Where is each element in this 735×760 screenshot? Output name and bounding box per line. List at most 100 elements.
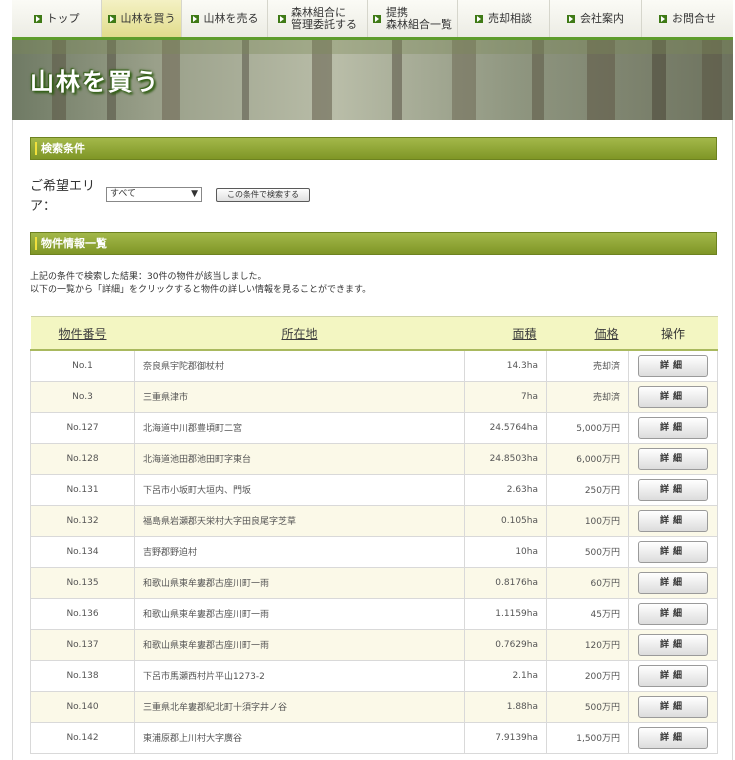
nav-company[interactable]: 会社案内 xyxy=(550,0,642,37)
detail-button[interactable]: 詳細 xyxy=(638,540,708,563)
property-number: No.138 xyxy=(30,659,135,692)
property-action: 詳細 xyxy=(628,442,718,475)
detail-button[interactable]: 詳細 xyxy=(638,571,708,594)
property-table: 物件番号 所在地 面積 価格 操作 No.1 奈良県宇陀郡御杖村 14.3ha 売却済… xyxy=(30,316,718,754)
detail-button[interactable]: 詳細 xyxy=(638,726,708,749)
property-price: 120万円 xyxy=(546,628,629,661)
arrow-bullet-icon xyxy=(278,14,286,23)
detail-button[interactable]: 詳細 xyxy=(638,416,708,439)
nav-sale-consult[interactable]: 売却相談 xyxy=(458,0,550,37)
area-label: ご希望エリア： xyxy=(30,179,96,214)
property-price: 5,000万円 xyxy=(546,411,629,444)
property-price: 売却済 xyxy=(546,349,629,382)
page-title: 山林を買う xyxy=(30,68,160,96)
column-header-number[interactable]: 物件番号 xyxy=(30,316,135,351)
table-row: No.138 下呂市馬瀬西村片平山1273-2 2.1ha 200万円 詳細 xyxy=(30,659,718,692)
chevron-down-icon: ▼ xyxy=(191,189,198,199)
property-location: 和歌山県東牟婁郡古座川町一雨 xyxy=(134,566,465,599)
nav-label: 山林を売る xyxy=(203,11,259,25)
column-header-price[interactable]: 価格 xyxy=(546,316,629,351)
table-row: No.1 奈良県宇陀郡御杖村 14.3ha 売却済 詳細 xyxy=(30,349,718,382)
property-location: 奈良県宇陀郡御杖村 xyxy=(134,349,465,382)
search-section-heading: 検索条件 xyxy=(30,137,717,160)
property-location: 福島県岩瀬郡天栄村大字田良尾字芝草 xyxy=(134,504,465,537)
detail-button[interactable]: 詳細 xyxy=(638,354,708,377)
property-number: No.134 xyxy=(30,535,135,568)
property-price: 45万円 xyxy=(546,597,629,630)
property-price: 500万円 xyxy=(546,690,629,723)
table-row: No.135 和歌山県東牟婁郡古座川町一雨 0.8176ha 60万円 詳細 xyxy=(30,566,718,599)
table-row: No.127 北海道中川郡豊頃町二宮 24.5764ha 5,000万円 詳細 xyxy=(30,411,718,444)
property-location: 東浦原郡上川村大字廣谷 xyxy=(134,721,465,754)
detail-button[interactable]: 詳細 xyxy=(638,602,708,625)
property-location: 吉野郡野迫村 xyxy=(134,535,465,568)
detail-button[interactable]: 詳細 xyxy=(638,633,708,656)
search-button[interactable]: この条件で検索する xyxy=(216,188,310,202)
property-action: 詳細 xyxy=(628,349,718,382)
property-location: 三重県北牟婁郡紀北町十須字井ノ谷 xyxy=(134,690,465,723)
property-number: No.127 xyxy=(30,411,135,444)
property-action: 詳細 xyxy=(628,659,718,692)
table-row: No.142 東浦原郡上川村大字廣谷 7.9139ha 1,500万円 詳細 xyxy=(30,721,718,754)
table-row: No.136 和歌山県東牟婁郡古座川町一雨 1.1159ha 45万円 詳細 xyxy=(30,597,718,630)
result-count-text: 上記の条件で検索した結果：30件の物件が該当しました。 xyxy=(30,272,267,282)
property-area: 14.3ha xyxy=(464,349,547,382)
arrow-bullet-icon xyxy=(33,14,42,23)
property-price: 1,500万円 xyxy=(546,721,629,754)
detail-button[interactable]: 詳細 xyxy=(638,478,708,501)
global-nav: トップ 山林を買う 山林を売る 森林組合に 管理委託する 提携 森林組合一覧 売却相談 会社… xyxy=(12,0,733,40)
nav-partners[interactable]: 提携 森林組合一覧 xyxy=(368,0,458,37)
property-price: 200万円 xyxy=(546,659,629,692)
detail-button[interactable]: 詳細 xyxy=(638,447,708,470)
arrow-bullet-icon xyxy=(475,14,483,23)
main-content: 検索条件 ご希望エリア： すべて ▼ この条件で検索する 物件情報一覧 上記の条… xyxy=(12,120,733,760)
arrow-bullet-icon xyxy=(107,14,116,23)
property-number: No.137 xyxy=(30,628,135,661)
property-area: 24.8503ha xyxy=(464,442,547,475)
table-row: No.3 三重県津市 7ha 売却済 詳細 xyxy=(30,380,718,413)
property-price: 60万円 xyxy=(546,566,629,599)
result-hint-text: 以下の一覧から「詳細」をクリックすると物件の詳しい情報を見ることができます。 xyxy=(30,285,372,295)
property-area: 2.1ha xyxy=(464,659,547,692)
property-area: 7ha xyxy=(464,380,547,413)
property-location: 下呂市馬瀬西村片平山1273-2 xyxy=(134,659,465,692)
nav-buy[interactable]: 山林を買う xyxy=(102,0,182,37)
property-number: No.135 xyxy=(30,566,135,599)
table-body: No.1 奈良県宇陀郡御杖村 14.3ha 売却済 詳細 No.3 三重県津市 7ha 売却済詳… xyxy=(30,349,718,754)
property-number: No.131 xyxy=(30,473,135,506)
table-row: No.134 吉野郡野迫村 10ha 500万円 詳細 xyxy=(30,535,718,568)
property-price: 100万円 xyxy=(546,504,629,537)
column-header-area[interactable]: 面積 xyxy=(464,316,547,351)
nav-label: トップ xyxy=(46,11,80,25)
property-number: No.128 xyxy=(30,442,135,475)
arrow-bullet-icon xyxy=(190,14,199,23)
area-select[interactable]: すべて ▼ xyxy=(106,187,202,202)
detail-button[interactable]: 詳細 xyxy=(638,695,708,718)
arrow-bullet-icon xyxy=(567,14,575,23)
nav-contact[interactable]: お問合せ xyxy=(642,0,733,37)
column-header-action: 操作 xyxy=(628,316,718,351)
nav-sell[interactable]: 山林を売る xyxy=(182,0,268,37)
nav-consign[interactable]: 森林組合に 管理委託する xyxy=(268,0,368,37)
detail-button[interactable]: 詳細 xyxy=(638,509,708,532)
detail-button[interactable]: 詳細 xyxy=(638,385,708,408)
arrow-bullet-icon xyxy=(659,14,667,23)
table-row: No.132 福島県岩瀬郡天栄村大字田良尾字芝草 0.105ha 100万円 詳細 xyxy=(30,504,718,537)
property-number: No.142 xyxy=(30,721,135,754)
property-area: 24.5764ha xyxy=(464,411,547,444)
nav-top[interactable]: トップ xyxy=(12,0,102,37)
table-row: No.128 北海道池田郡池田町字東台 24.8503ha 6,000万円 詳細 xyxy=(30,442,718,475)
page-banner: 山林を買う xyxy=(12,40,733,120)
property-area: 0.7629ha xyxy=(464,628,547,661)
property-action: 詳細 xyxy=(628,504,718,537)
nav-label: 森林組合に 管理委託する xyxy=(291,5,357,31)
property-action: 詳細 xyxy=(628,566,718,599)
property-location: 下呂市小坂町大垣内、門坂 xyxy=(134,473,465,506)
area-select-value: すべて xyxy=(110,189,137,199)
property-action: 詳細 xyxy=(628,473,718,506)
property-price: 売却済 xyxy=(546,380,629,413)
result-summary: 上記の条件で検索した結果：30件の物件が該当しました。 以下の一覧から「詳細」を… xyxy=(30,271,371,297)
property-number: No.1 xyxy=(30,349,135,382)
column-header-location[interactable]: 所在地 xyxy=(134,316,465,351)
detail-button[interactable]: 詳細 xyxy=(638,664,708,687)
